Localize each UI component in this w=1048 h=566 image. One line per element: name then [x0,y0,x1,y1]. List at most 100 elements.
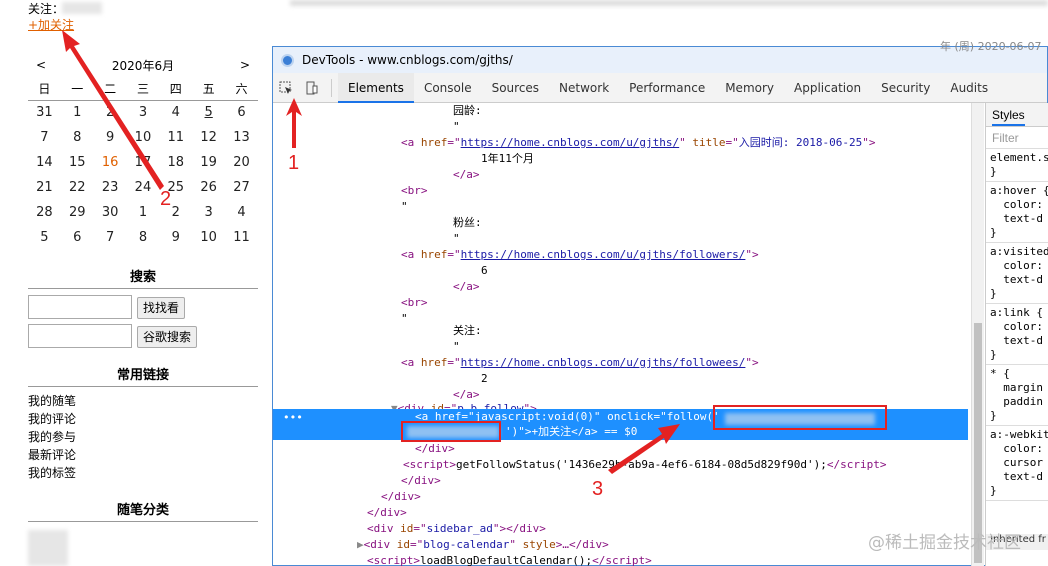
dom-a-following[interactable]: <a href="https://home.cnblogs.com/u/gjth… [401,355,759,371]
follow-label: 关注： [28,2,65,16]
common-link-item[interactable]: 我的参与 [28,428,76,446]
calendar-day[interactable]: 21 [28,175,61,200]
blurred-category [28,530,68,566]
calendar-day[interactable]: 24 [127,175,160,200]
dom-text-fans: 粉丝: [453,216,482,229]
search-button[interactable]: 找找看 [137,297,186,319]
calendar-day[interactable]: 17 [127,150,160,175]
inspect-element-icon[interactable] [273,74,299,102]
google-search-button[interactable]: 谷歌搜索 [137,326,198,348]
css-rule[interactable]: element.s } [986,149,1048,182]
calendar-day[interactable]: 7 [28,125,61,150]
weekday-header: 日 [28,78,61,101]
tab-divider [331,78,332,97]
tab-application[interactable]: Application [784,73,871,103]
calendar-day[interactable]: 20 [225,150,258,175]
calendar-day[interactable]: 29 [61,200,94,225]
dom-calendar-script-text: loadBlogDefaultCalendar(); [419,554,593,566]
tab-audits[interactable]: Audits [940,73,998,103]
calendar-day[interactable]: 1 [61,100,94,125]
search-input[interactable] [28,295,132,319]
tab-console[interactable]: Console [414,73,482,103]
calendar-day[interactable]: 27 [225,175,258,200]
tab-memory[interactable]: Memory [715,73,784,103]
calendar-day[interactable]: 26 [192,175,225,200]
calendar-day[interactable]: 6 [61,225,94,250]
calendar-day[interactable]: 10 [192,225,225,250]
calendar-day[interactable]: 3 [127,100,160,125]
dom-text-duration: 1年11个月 [481,152,534,165]
dom-href-fans[interactable]: https://home.cnblogs.com/u/gjths/followe… [461,248,746,261]
dom-script-follow[interactable]: <script>getFollowStatus('1436e29b-ab9a-4… [403,457,886,473]
calendar-prev[interactable]: < [36,58,46,72]
calendar-day[interactable]: 8 [61,125,94,150]
styles-filter-input[interactable]: Filter [986,127,1048,149]
dom-onclick-follow: follow(' [666,410,720,423]
dom-href-age[interactable]: https://home.cnblogs.com/u/gjths/ [461,136,680,149]
css-rule[interactable]: a:hover { color: text-d } [986,182,1048,243]
calendar-day[interactable]: 18 [159,150,192,175]
calendar-day[interactable]: 31 [28,100,61,125]
dom-a-age[interactable]: <a href="https://home.cnblogs.com/u/gjth… [401,135,876,151]
calendar-day[interactable]: 9 [159,225,192,250]
calendar-day[interactable]: 9 [94,125,127,150]
dom-div-sidebar-ad[interactable]: <div id="sidebar_ad"></div> [367,521,546,537]
node-more-icon[interactable]: ••• [283,411,303,424]
tab-sources[interactable]: Sources [482,73,549,103]
calendar-day[interactable]: 15 [61,150,94,175]
css-rule[interactable]: a:link { color: text-d } [986,304,1048,365]
calendar-day[interactable]: 28 [28,200,61,225]
scrollbar-thumb[interactable] [974,323,982,563]
calendar-day[interactable]: 13 [225,125,258,150]
google-search-input[interactable] [28,324,132,348]
calendar-day[interactable]: 6 [225,100,258,125]
dom-script-calendar[interactable]: <script>loadBlogDefaultCalendar();</scri… [367,553,652,566]
common-link-item[interactable]: 我的随笔 [28,392,76,410]
calendar-day[interactable]: 8 [127,225,160,250]
calendar-day[interactable]: 1 [127,200,160,225]
devtools-tabbar: Elements Console Sources Network Performance… [273,72,1047,103]
calendar-day[interactable]: 14 [28,150,61,175]
calendar-day[interactable]: 11 [225,225,258,250]
common-link-item[interactable]: 我的评论 [28,410,76,428]
device-toolbar-icon[interactable] [299,74,325,102]
elements-scrollbar[interactable] [971,103,984,566]
css-rule[interactable]: a:visited color: text-d } [986,243,1048,304]
calendar-day[interactable]: 2 [94,100,127,125]
calendar-day[interactable]: 3 [192,200,225,225]
calendar-next[interactable]: > [240,58,250,72]
calendar-day[interactable]: 19 [192,150,225,175]
tab-performance[interactable]: Performance [619,73,715,103]
calendar-day[interactable]: 4 [225,200,258,225]
calendar-day[interactable]: 12 [192,125,225,150]
weekday-header: 六 [225,78,258,101]
calendar-day[interactable]: 5 [192,100,225,125]
calendar-day[interactable]: 22 [61,175,94,200]
calendar-day[interactable]: 4 [159,100,192,125]
calendar-day[interactable]: 7 [94,225,127,250]
weekday-header: 三 [126,78,160,101]
watermark: @稀土掘金技术社区 [868,533,1021,553]
tab-network[interactable]: Network [549,73,619,103]
css-rule[interactable]: * { margin paddin } [986,365,1048,426]
calendar-day[interactable]: 30 [94,200,127,225]
dom-href-following[interactable]: https://home.cnblogs.com/u/gjths/followe… [461,356,746,369]
common-link-item[interactable]: 我的标签 [28,464,76,482]
links-title: 常用链接 [28,364,258,387]
calendar-day[interactable]: 23 [94,175,127,200]
elements-panel: 园龄: " <a href="https://home.cnblogs.com/… [273,103,971,566]
dom-follow-tail: ')">+加关注</a> == $0 [505,425,638,438]
styles-tab[interactable]: Styles [992,108,1025,126]
follow-link[interactable]: +加关注 [28,16,74,33]
calendar-day[interactable]: 10 [127,125,160,150]
dom-div-blog-calendar[interactable]: ▶<div id="blog-calendar" style>…</div> [357,537,609,553]
calendar-day[interactable]: 16 [94,150,127,175]
calendar-day[interactable]: 5 [28,225,61,250]
tab-elements[interactable]: Elements [338,72,414,103]
calendar-day[interactable]: 11 [159,125,192,150]
tab-security[interactable]: Security [871,73,940,103]
dom-a-fans[interactable]: <a href="https://home.cnblogs.com/u/gjth… [401,247,759,263]
css-rule[interactable]: a:-webkit color: cursor text-d } [986,426,1048,501]
common-link-item[interactable]: 最新评论 [28,446,76,464]
styles-pane: Styles Filter element.s }a:hover { color… [985,103,1048,566]
